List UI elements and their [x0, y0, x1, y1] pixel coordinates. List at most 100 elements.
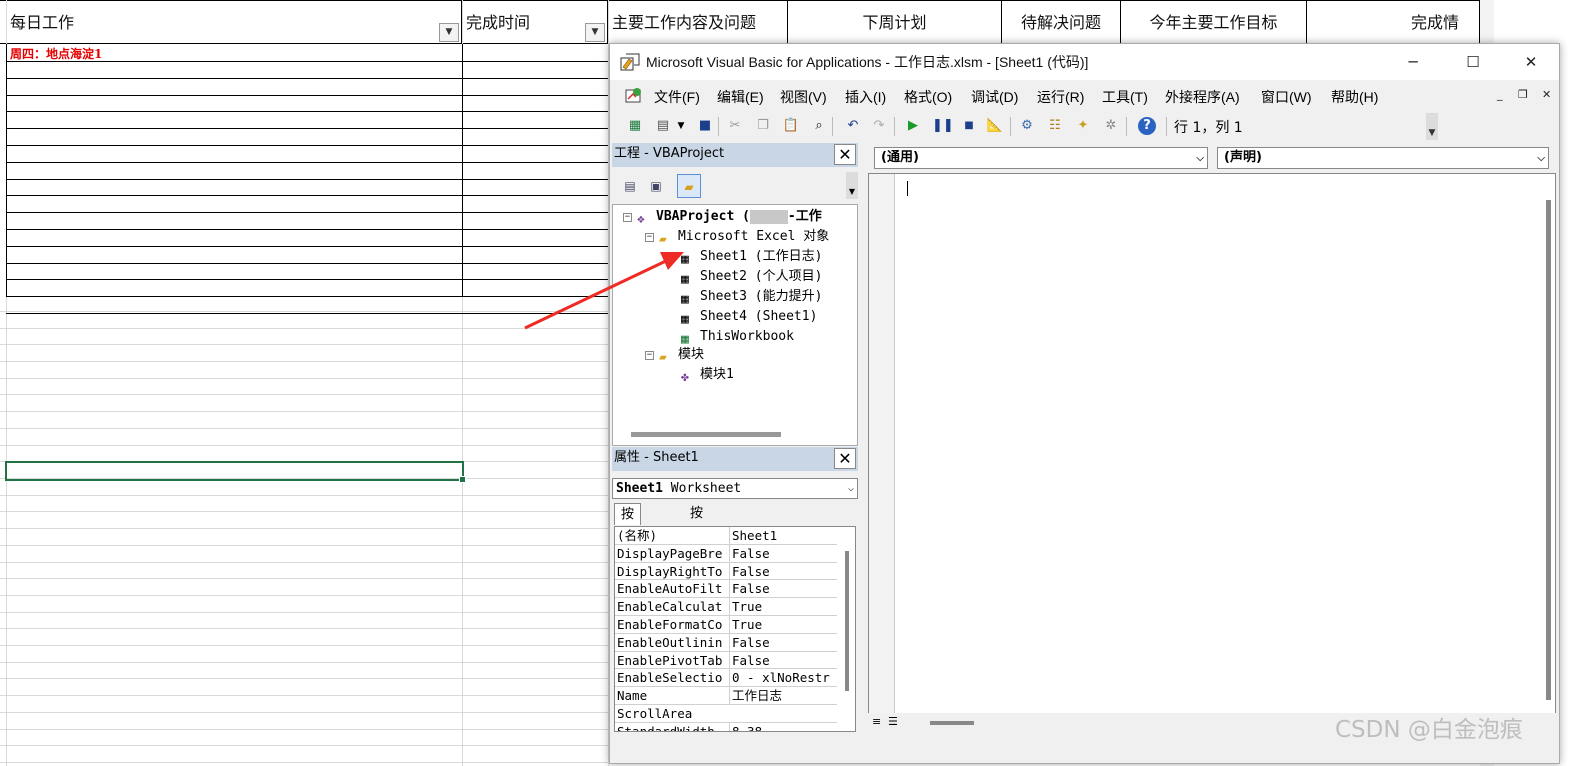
header-cell-pending-issues[interactable]: 待解决问题	[1002, 1, 1121, 44]
header-cell-main-work[interactable]: 主要工作内容及问题	[608, 1, 788, 44]
menu-tools[interactable]: 工具(T)	[1102, 87, 1148, 107]
mdi-minimize-button[interactable]: _	[1497, 88, 1503, 101]
object-browser-icon[interactable]: ✦	[1074, 117, 1092, 135]
vba-editor-window[interactable]: Microsoft Visual Basic for Applications …	[609, 43, 1560, 764]
property-row[interactable]: DisplayRightTo False	[615, 562, 837, 581]
header-cell-next-week[interactable]: 下周计划	[788, 1, 1002, 44]
title-bar[interactable]: Microsoft Visual Basic for Applications …	[610, 44, 1559, 80]
redo-icon[interactable]: ↷	[870, 117, 888, 135]
tree-folder-excel-objects[interactable]: ▰ Microsoft Excel 对象	[659, 227, 829, 247]
property-row[interactable]: EnableFormatCo True	[615, 616, 837, 634]
red-note-cell[interactable]: 周四：地点海淀1	[10, 45, 102, 62]
property-value[interactable]: False	[729, 633, 837, 651]
property-row[interactable]: DisplayPageBre False	[615, 544, 837, 563]
header-cell-completion[interactable]: 完成情	[1307, 1, 1480, 44]
selected-cell[interactable]	[5, 461, 466, 483]
project-explorer-icon[interactable]: ⚙	[1018, 117, 1036, 135]
collapse-icon[interactable]: −	[645, 233, 654, 242]
filter-dropdown-icon[interactable]: ▼	[439, 23, 459, 42]
project-pane-title[interactable]: 工程 - VBAProject ✕	[612, 143, 858, 167]
property-row[interactable]: EnablePivotTab False	[615, 651, 837, 670]
tree-folder-modules[interactable]: ▰ 模块	[659, 345, 704, 365]
properties-scrollbar[interactable]	[845, 551, 849, 691]
toggle-folders-icon[interactable]: ▰	[677, 174, 701, 198]
menu-window[interactable]: 窗口(W)	[1261, 87, 1312, 107]
property-row[interactable]: EnableCalculat True	[615, 598, 837, 616]
property-value[interactable]: True	[729, 598, 837, 616]
filter-dropdown-icon[interactable]: ▼	[585, 23, 605, 42]
property-value[interactable]: 工作日志	[729, 687, 837, 705]
cut-icon[interactable]: ✂	[726, 117, 744, 135]
reset-icon[interactable]: ■	[960, 117, 978, 135]
property-row[interactable]: EnableOutlinin False	[615, 633, 837, 652]
header-cell-daily-work[interactable]: 每日工作 ▼	[6, 1, 462, 44]
property-row[interactable]: Name 工作日志	[615, 687, 837, 705]
toolbar-options-icon[interactable]: ▼	[1426, 113, 1438, 140]
break-icon[interactable]: ❚❚	[932, 117, 954, 135]
code-margin-indicator-bar[interactable]	[869, 174, 895, 732]
property-value[interactable]: 0 - xlNoRestr	[729, 669, 837, 687]
tree-horizontal-scrollbar[interactable]	[631, 432, 781, 437]
properties-window-icon[interactable]: ☷	[1046, 117, 1064, 135]
insert-userform-icon[interactable]: ▤	[654, 117, 672, 135]
tree-item-sheet1[interactable]: ▦ Sheet1 (工作日志)	[681, 247, 822, 267]
property-value[interactable]: False	[729, 562, 837, 580]
excel-view-icon[interactable]	[624, 87, 644, 105]
procedure-view-icon[interactable]: ≡	[872, 715, 881, 728]
help-icon[interactable]: ?	[1138, 117, 1156, 135]
menu-help[interactable]: 帮助(H)	[1331, 87, 1378, 107]
menu-format[interactable]: 格式(O)	[904, 87, 952, 107]
copy-icon[interactable]: ❐	[754, 117, 772, 135]
header-cell-finish-time[interactable]: 完成时间 ▼	[462, 1, 608, 44]
run-icon[interactable]: ▶	[904, 117, 922, 135]
tree-item-sheet3[interactable]: ▦ Sheet3 (能力提升)	[681, 287, 822, 307]
menu-file[interactable]: 文件(F)	[654, 87, 700, 107]
menu-addins[interactable]: 外接程序(A)	[1165, 87, 1240, 107]
tree-item-module1[interactable]: ✤ 模块1	[681, 365, 734, 385]
save-icon[interactable]: ■	[696, 117, 714, 135]
toolbox-icon[interactable]: ✲	[1102, 117, 1120, 135]
tree-item-sheet2[interactable]: ▦ Sheet2 (个人项目)	[681, 267, 822, 287]
collapse-icon[interactable]: −	[623, 213, 632, 222]
mdi-close-button[interactable]: ✕	[1542, 88, 1551, 101]
property-row[interactable]: (名称) Sheet1	[615, 527, 837, 545]
insert-dropdown-icon[interactable]: ▼	[672, 117, 690, 135]
tab-categorized[interactable]: 按分类序	[684, 503, 709, 587]
properties-pane-title[interactable]: 属性 - Sheet1 ✕	[612, 447, 858, 471]
property-value[interactable]: True	[729, 616, 837, 633]
view-excel-icon[interactable]: ▦	[626, 117, 644, 135]
menu-insert[interactable]: 插入(I)	[845, 87, 886, 107]
properties-pane-close-button[interactable]: ✕	[834, 448, 856, 469]
property-row[interactable]: StandardWidth 8.38	[615, 722, 837, 731]
menu-edit[interactable]: 编辑(E)	[717, 87, 764, 107]
mdi-restore-button[interactable]: ❐	[1518, 88, 1528, 101]
property-value[interactable]: False	[729, 544, 837, 562]
tab-alphabetic[interactable]: 按字母序	[614, 503, 642, 588]
property-value[interactable]: False	[729, 651, 837, 669]
view-code-icon[interactable]: ▤	[618, 174, 642, 198]
object-combo[interactable]: (通用) ⌵	[874, 147, 1208, 169]
undo-icon[interactable]: ↶	[844, 117, 862, 135]
property-row[interactable]: EnableSelectio 0 - xlNoRestr	[615, 669, 837, 688]
menu-run[interactable]: 运行(R)	[1037, 87, 1084, 107]
tree-item-sheet4[interactable]: ▦ Sheet4 (Sheet1)	[681, 307, 817, 327]
tree-item-thisworkbook[interactable]: ▦ ThisWorkbook	[681, 327, 794, 347]
property-value[interactable]: Sheet1	[729, 527, 837, 544]
header-cell-year-goals[interactable]: 今年主要工作目标	[1121, 1, 1307, 44]
find-icon[interactable]: ⌕	[810, 117, 828, 135]
property-row[interactable]: EnableAutoFilt False	[615, 580, 837, 599]
menu-debug[interactable]: 调试(D)	[971, 87, 1018, 107]
property-value[interactable]: 8.38	[729, 722, 837, 731]
view-object-icon[interactable]: ▣	[644, 174, 668, 198]
property-value[interactable]: False	[729, 580, 837, 598]
code-horizontal-scrollbar[interactable]	[930, 721, 974, 725]
procedure-combo[interactable]: (声明) ⌵	[1217, 147, 1549, 169]
close-button[interactable]: ✕	[1508, 44, 1554, 80]
code-editor[interactable]	[868, 173, 1556, 733]
property-row[interactable]: ScrollArea	[615, 705, 837, 723]
maximize-button[interactable]: ☐	[1450, 44, 1496, 80]
project-pane-close-button[interactable]: ✕	[834, 144, 856, 165]
design-mode-icon[interactable]: 📐	[986, 117, 1004, 135]
tree-item-vbaproject[interactable]: ❖ VBAProject (-工作	[637, 207, 822, 227]
collapse-icon[interactable]: −	[645, 351, 654, 360]
